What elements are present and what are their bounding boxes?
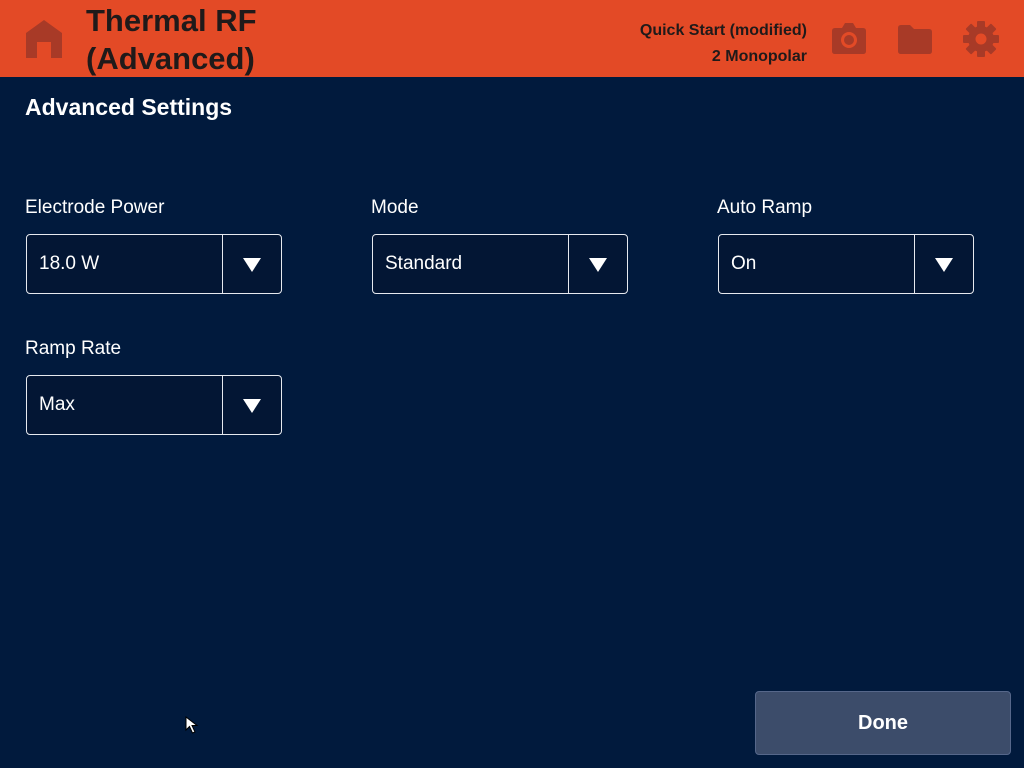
auto-ramp-label: Auto Ramp — [717, 197, 813, 218]
ramp-rate-dropdown-toggle[interactable] — [222, 376, 281, 434]
auto-ramp-dropdown[interactable]: On — [718, 234, 974, 294]
electrode-power-dropdown[interactable]: 18.0 W — [26, 234, 282, 294]
mode-label: Mode — [371, 197, 419, 218]
page-title: Advanced Settings — [25, 94, 233, 120]
ramp-rate-value: Max — [39, 394, 75, 415]
caret-down-icon — [935, 258, 953, 272]
auto-ramp-value: On — [731, 253, 757, 274]
home-icon[interactable] — [22, 17, 66, 61]
ramp-rate-label: Ramp Rate — [25, 338, 122, 359]
procedure-info: Quick Start (modified) 2 Monopolar — [640, 18, 807, 70]
mode-dropdown-toggle[interactable] — [568, 235, 627, 293]
caret-down-icon — [243, 399, 261, 413]
mode-dropdown[interactable]: Standard — [372, 234, 628, 294]
electrode-power-label: Electrode Power — [25, 197, 165, 218]
electrode-config: 2 Monopolar — [711, 48, 807, 65]
app-title-line2: (Advanced) — [86, 41, 255, 76]
app-title-line1: Thermal RF — [86, 3, 257, 38]
camera-icon[interactable] — [830, 20, 868, 58]
folder-icon[interactable] — [896, 20, 934, 58]
caret-down-icon — [589, 258, 607, 272]
done-button[interactable]: Done — [755, 691, 1011, 755]
ramp-rate-dropdown[interactable]: Max — [26, 375, 282, 435]
gear-icon[interactable] — [962, 20, 1000, 58]
auto-ramp-dropdown-toggle[interactable] — [914, 235, 973, 293]
header-bar: Thermal RF (Advanced) Quick Start (modif… — [0, 0, 1024, 77]
mode-value: Standard — [385, 253, 463, 274]
electrode-power-dropdown-toggle[interactable] — [222, 235, 281, 293]
app-title: Thermal RF (Advanced) — [86, 2, 257, 78]
preset-name: Quick Start (modified) — [639, 22, 807, 39]
mouse-pointer-icon — [185, 716, 199, 734]
caret-down-icon — [243, 258, 261, 272]
electrode-power-value: 18.0 W — [39, 253, 100, 274]
